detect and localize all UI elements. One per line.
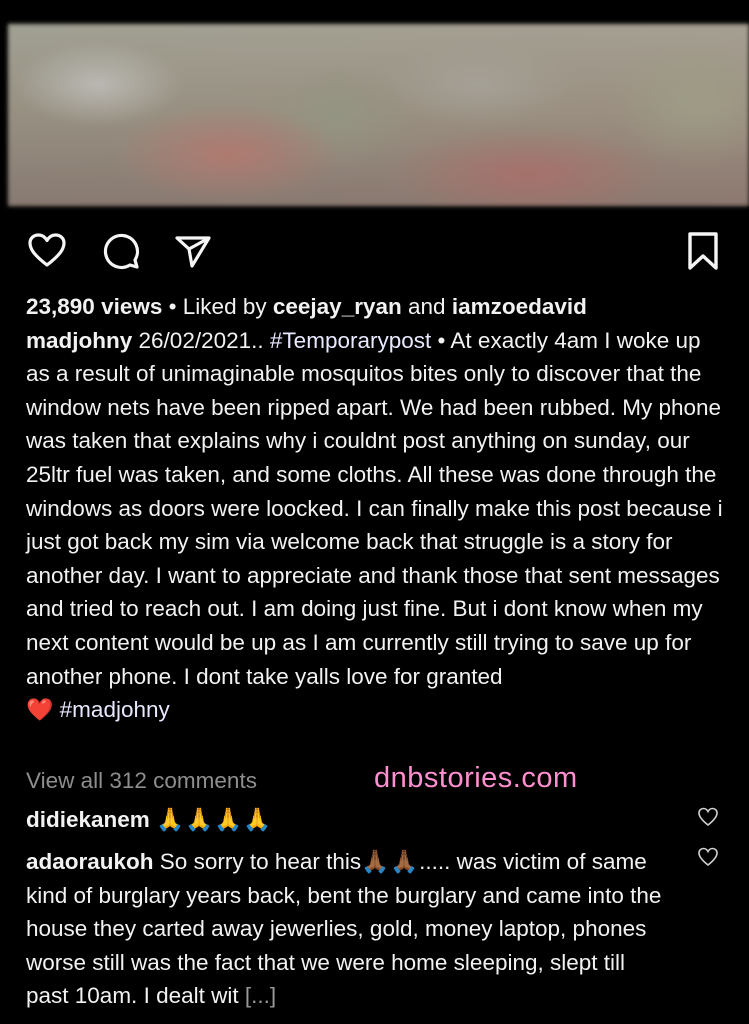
liked-user-1[interactable]: ceejay_ryan bbox=[273, 294, 402, 319]
liked-and: and bbox=[408, 294, 446, 319]
caption-end-hashtag[interactable]: #madjohny bbox=[60, 697, 170, 722]
caption-date: 26/02/2021.. bbox=[138, 327, 264, 353]
view-all-comments-link[interactable]: View all 312 comments bbox=[26, 768, 257, 794]
caption-separator: • bbox=[437, 327, 446, 353]
comment-emoji: 🙏🏾🙏🏾 bbox=[361, 849, 420, 874]
send-icon[interactable] bbox=[172, 230, 214, 272]
caption-hashtag[interactable]: #Temporarypost bbox=[270, 328, 431, 353]
red-heart-emoji: ❤️ bbox=[26, 697, 54, 723]
liked-user-2[interactable]: iamzoedavid bbox=[452, 294, 587, 319]
comment-emoji: 🙏🙏🙏🙏 bbox=[156, 807, 273, 832]
heart-outline-icon[interactable] bbox=[697, 806, 719, 828]
caption-username[interactable]: madjohny bbox=[26, 328, 132, 353]
comment-username[interactable]: didiekanem bbox=[26, 807, 150, 832]
views-likes-line: 23,890 views • Liked by ceejay_ryan and … bbox=[26, 290, 726, 324]
comment-icon[interactable] bbox=[100, 230, 142, 272]
watermark: dnbstories.com bbox=[374, 762, 578, 794]
post-caption: madjohny 26/02/2021.. #Temporarypost • A… bbox=[26, 324, 726, 727]
post-details: 23,890 views • Liked by ceejay_ryan and … bbox=[26, 290, 726, 727]
caption-text: At exactly 4am I woke up as a result of … bbox=[26, 327, 723, 689]
post-action-bar bbox=[0, 222, 749, 278]
views-count[interactable]: 23,890 views bbox=[26, 294, 162, 319]
separator: • bbox=[168, 294, 177, 319]
heart-icon[interactable] bbox=[26, 230, 68, 272]
liked-by-label: Liked by bbox=[182, 294, 267, 319]
comment-username[interactable]: adaoraukoh bbox=[26, 849, 154, 874]
comment-item: didiekanem 🙏🙏🙏🙏 bbox=[26, 803, 666, 837]
post-image-overlay bbox=[8, 24, 749, 206]
bookmark-icon[interactable] bbox=[682, 230, 724, 272]
comment-text-before: So sorry to hear this bbox=[159, 849, 362, 874]
heart-outline-icon[interactable] bbox=[697, 846, 719, 868]
comment-item: adaoraukoh So sorry to hear this🙏🏾🙏🏾....… bbox=[26, 845, 666, 1013]
comment-more-link[interactable]: [...] bbox=[245, 983, 276, 1008]
